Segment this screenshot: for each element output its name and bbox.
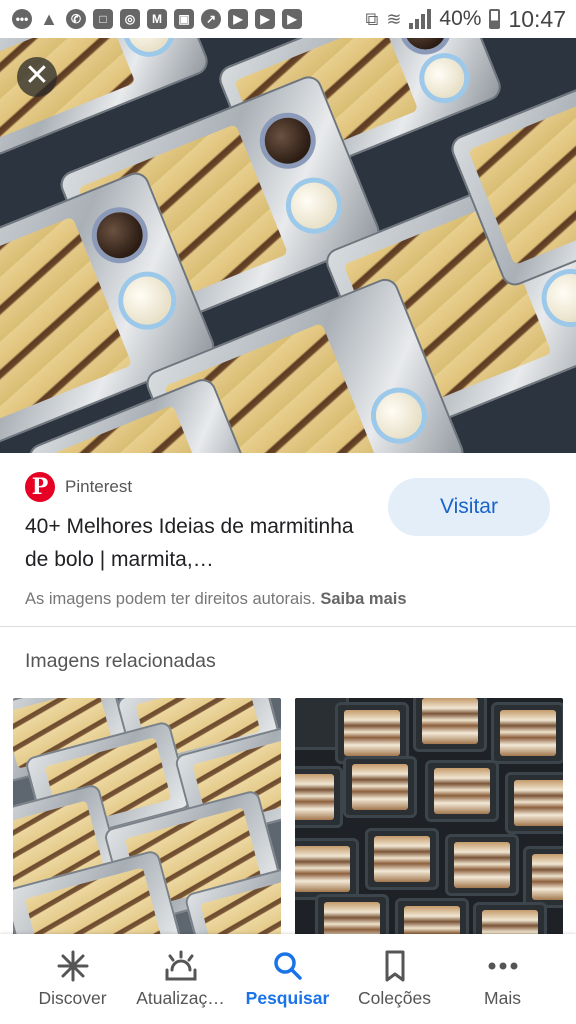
instagram-icon: ◎ xyxy=(120,9,140,29)
pinterest-logo-icon: P xyxy=(25,472,55,502)
visit-button[interactable]: Visitar xyxy=(388,478,550,536)
nav-label: Discover xyxy=(38,988,107,1008)
bookmark-icon xyxy=(375,948,415,984)
nav-search[interactable]: Pesquisar xyxy=(230,934,345,1024)
clock: 10:47 xyxy=(508,5,566,32)
copyright-text: As imagens podem ter direitos autorais. xyxy=(25,590,316,608)
preview-image[interactable]: ✕ xyxy=(0,38,576,453)
learn-more-link[interactable]: Saiba mais xyxy=(320,590,406,608)
app-icon: □ xyxy=(93,9,113,29)
chat-icon: ••• xyxy=(12,9,32,29)
gmail-icon: M xyxy=(147,9,167,29)
related-image-1[interactable] xyxy=(13,698,281,938)
copyright-notice: As imagens podem ter direitos autorais. … xyxy=(25,590,407,609)
close-button[interactable]: ✕ xyxy=(17,57,57,97)
youtube-icon: ▶ xyxy=(228,9,248,29)
notification-icons: ••• ▲ ✆ □ ◎ M ▣ ↗ ▶ ▶ ▶ xyxy=(0,9,302,29)
nav-label: Atualizaç… xyxy=(136,988,225,1008)
updates-icon xyxy=(161,948,201,984)
wifi-icon: ≋ xyxy=(386,8,402,29)
nav-more[interactable]: Mais xyxy=(445,934,560,1024)
nav-collections[interactable]: Coleções xyxy=(337,934,452,1024)
bottom-navigation: Discover Atualizaç… Pesquisar Coleções M… xyxy=(0,934,576,1024)
nav-label: Pesquisar xyxy=(245,988,330,1008)
nav-discover[interactable]: Discover xyxy=(15,934,130,1024)
warning-icon: ▲ xyxy=(40,9,58,29)
whatsapp-icon: ✆ xyxy=(66,9,86,29)
app-icon: ▣ xyxy=(174,9,194,29)
related-image-2[interactable] xyxy=(295,698,563,938)
source-name: Pinterest xyxy=(65,477,133,496)
battery-percent: 40% xyxy=(439,7,482,30)
battery-icon xyxy=(489,9,501,29)
asterisk-icon xyxy=(53,948,93,984)
youtube-icon: ▶ xyxy=(255,9,275,29)
status-bar: ••• ▲ ✆ □ ◎ M ▣ ↗ ▶ ▶ ▶ ⧉ ≋ 40% 10:47 xyxy=(0,0,576,38)
close-icon: ✕ xyxy=(24,59,50,92)
source-info[interactable]: P Pinterest xyxy=(25,472,132,502)
nav-label: Mais xyxy=(484,988,521,1008)
nav-label: Coleções xyxy=(358,988,431,1008)
related-heading: Imagens relacionadas xyxy=(25,650,216,672)
signal-icon xyxy=(409,9,432,29)
divider xyxy=(0,626,576,627)
youtube-icon: ▶ xyxy=(282,9,302,29)
more-icon xyxy=(483,948,523,984)
app-icon: ↗ xyxy=(201,9,221,29)
nav-updates[interactable]: Atualizaç… xyxy=(123,934,238,1024)
search-icon xyxy=(268,948,308,984)
cast-icon: ⧉ xyxy=(365,8,379,29)
result-title[interactable]: 40+ Melhores Ideias de marmitinha de bol… xyxy=(25,510,375,576)
